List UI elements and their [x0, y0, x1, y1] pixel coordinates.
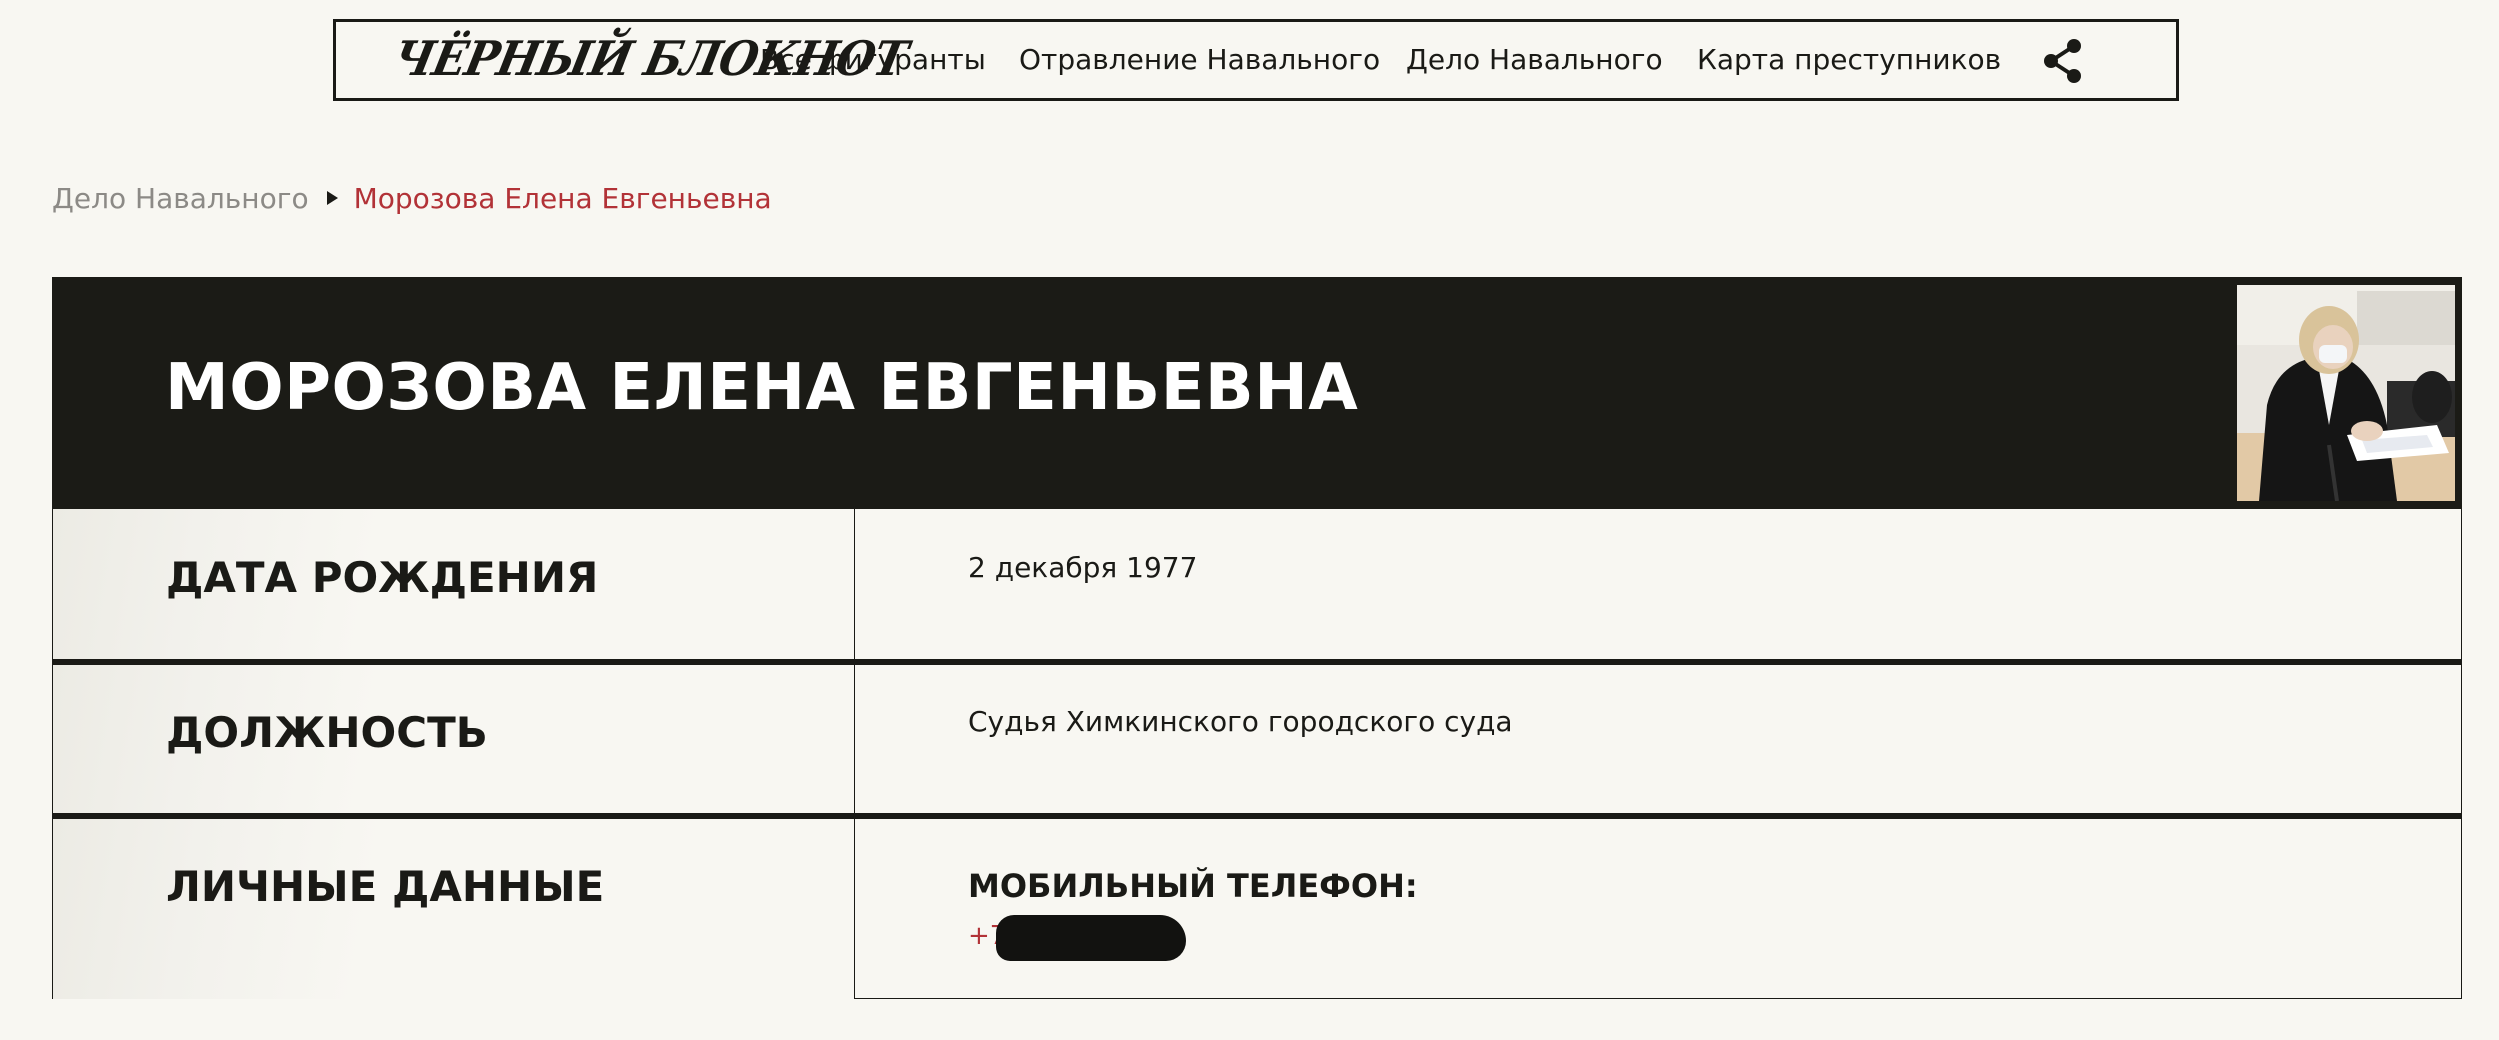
profile-row-birthdate: ДАТА РОЖДЕНИЯ 2 декабря 1977	[53, 509, 2461, 659]
breadcrumb-arrow-icon	[326, 191, 338, 205]
row-label-birthdate: ДАТА РОЖДЕНИЯ	[166, 553, 599, 602]
nav-link-navalny-poisoning[interactable]: Отравление Навального	[1019, 22, 1380, 98]
nav-link-all-figures[interactable]: Все фигуранты	[760, 22, 986, 98]
row-label-cell: ДАТА РОЖДЕНИЯ	[53, 509, 855, 659]
profile-row-position: ДОЛЖНОСТЬ Судья Химкинского городского с…	[53, 665, 2461, 813]
row-value-position: Судья Химкинского городского суда	[968, 705, 1513, 738]
nav-link-navalny-case[interactable]: Дело Навального	[1406, 22, 1663, 98]
breadcrumb: Дело Навального Морозова Елена Евгеньевн…	[52, 176, 772, 220]
top-navigation: ЧЁРНЫЙ БЛОКНОТ Все фигуранты Отравление …	[333, 19, 2179, 101]
row-label-cell: ЛИЧНЫЕ ДАННЫЕ	[53, 819, 855, 999]
mobile-phone-title: МОБИЛЬНЫЙ ТЕЛЕФОН:	[968, 867, 1418, 905]
profile-row-personal-data: ЛИЧНЫЕ ДАННЫЕ МОБИЛЬНЫЙ ТЕЛЕФОН: +7	[53, 819, 2461, 999]
breadcrumb-parent-link[interactable]: Дело Навального	[52, 182, 309, 215]
phone-redaction-mark	[996, 915, 1186, 961]
profile-details: ДАТА РОЖДЕНИЯ 2 декабря 1977 ДОЛЖНОСТЬ С…	[52, 509, 2462, 999]
share-icon	[2044, 39, 2081, 83]
breadcrumb-current: Морозова Елена Евгеньевна	[353, 181, 772, 215]
person-photo-image	[2237, 285, 2455, 501]
profile-card: МОРОЗОВА ЕЛЕНА ЕВГЕНЬЕВНА ДАТА РОЖДЕНИЯ …	[52, 277, 2462, 999]
row-value-birthdate: 2 декабря 1977	[968, 551, 1198, 584]
nav-link-criminals-map[interactable]: Карта преступников	[1697, 22, 2001, 98]
profile-header: МОРОЗОВА ЕЛЕНА ЕВГЕНЬЕВНА	[52, 277, 2462, 509]
share-button[interactable]	[2040, 38, 2086, 84]
person-name: МОРОЗОВА ЕЛЕНА ЕВГЕНЬЕВНА	[165, 351, 1359, 425]
row-label-personal-data: ЛИЧНЫЕ ДАННЫЕ	[166, 862, 605, 911]
row-label-position: ДОЛЖНОСТЬ	[166, 708, 488, 757]
person-photo	[2237, 285, 2455, 501]
row-label-cell: ДОЛЖНОСТЬ	[53, 665, 855, 813]
